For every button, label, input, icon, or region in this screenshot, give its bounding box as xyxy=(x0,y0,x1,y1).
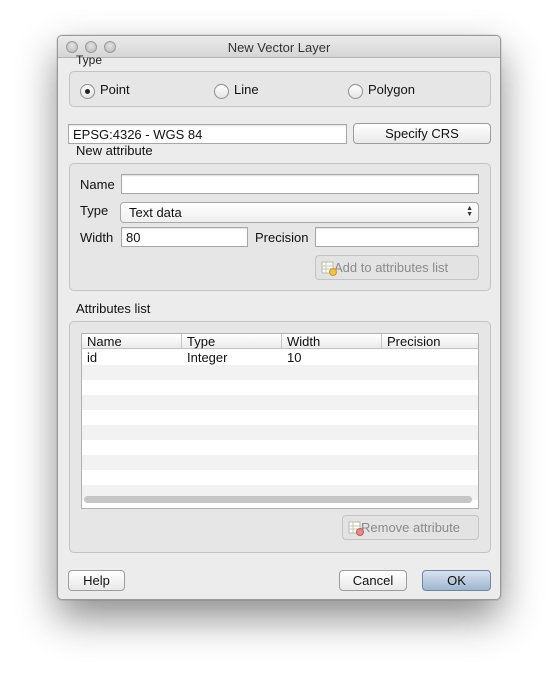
empty-row xyxy=(82,425,478,440)
remove-attribute-label: Remove attribute xyxy=(361,520,460,535)
type-label: Type xyxy=(80,203,109,218)
remove-attribute-button[interactable]: Remove attribute xyxy=(342,515,479,540)
line-radio[interactable] xyxy=(214,84,229,99)
cell-type: Integer xyxy=(187,350,228,365)
add-to-attributes-button[interactable]: Add to attributes list xyxy=(315,255,479,280)
width-label: Width xyxy=(80,230,114,245)
updown-arrows-icon: ▲ ▼ xyxy=(466,205,473,218)
help-button[interactable]: Help xyxy=(68,570,125,591)
empty-row xyxy=(82,470,478,485)
polygon-radio[interactable] xyxy=(348,84,363,99)
empty-row xyxy=(82,395,478,410)
empty-row xyxy=(82,380,478,395)
polygon-label[interactable]: Polygon xyxy=(368,82,415,97)
new-vector-layer-dialog: New Vector Layer Type Point Line Polygon… xyxy=(57,35,501,600)
line-label[interactable]: Line xyxy=(234,82,259,97)
table-row[interactable]: id Integer 10 xyxy=(82,350,478,365)
cell-name: id xyxy=(87,350,98,365)
type-select[interactable]: Text data ▲ ▼ xyxy=(120,202,479,223)
cell-width: 10 xyxy=(287,350,302,365)
table-header: Name Type Width Precision xyxy=(82,334,478,349)
ok-button[interactable]: OK xyxy=(422,570,491,591)
table-add-icon xyxy=(321,261,337,276)
point-label[interactable]: Point xyxy=(100,82,130,97)
add-to-attributes-label: Add to attributes list xyxy=(334,260,449,275)
cancel-button[interactable]: Cancel xyxy=(339,570,407,591)
empty-row xyxy=(82,440,478,455)
attributes-table[interactable]: Name Type Width Precision id Integer 10 xyxy=(81,333,479,509)
empty-row xyxy=(82,410,478,425)
title-bar[interactable]: New Vector Layer xyxy=(58,36,500,58)
name-label: Name xyxy=(80,177,115,192)
attributes-list-title: Attributes list xyxy=(76,301,151,316)
column-header-name[interactable]: Name xyxy=(82,334,182,349)
table-remove-icon xyxy=(348,521,364,536)
crs-field[interactable]: EPSG:4326 - WGS 84 xyxy=(68,124,347,144)
type-select-value: Text data xyxy=(129,205,182,220)
specify-crs-button[interactable]: Specify CRS xyxy=(353,123,491,144)
point-radio[interactable] xyxy=(80,84,95,99)
precision-input[interactable] xyxy=(315,227,479,247)
name-input[interactable] xyxy=(121,174,479,194)
column-header-type[interactable]: Type xyxy=(182,334,282,349)
horizontal-scrollbar[interactable] xyxy=(84,496,472,503)
new-attribute-title: New attribute xyxy=(76,143,153,158)
type-group xyxy=(69,71,491,107)
precision-label: Precision xyxy=(255,230,309,245)
empty-row xyxy=(82,455,478,470)
column-header-precision[interactable]: Precision xyxy=(382,334,478,349)
width-input[interactable]: 80 xyxy=(121,227,248,247)
column-header-width[interactable]: Width xyxy=(282,334,382,349)
window-title: New Vector Layer xyxy=(227,40,331,55)
type-group-title: Type xyxy=(76,53,103,67)
empty-row xyxy=(82,365,478,380)
